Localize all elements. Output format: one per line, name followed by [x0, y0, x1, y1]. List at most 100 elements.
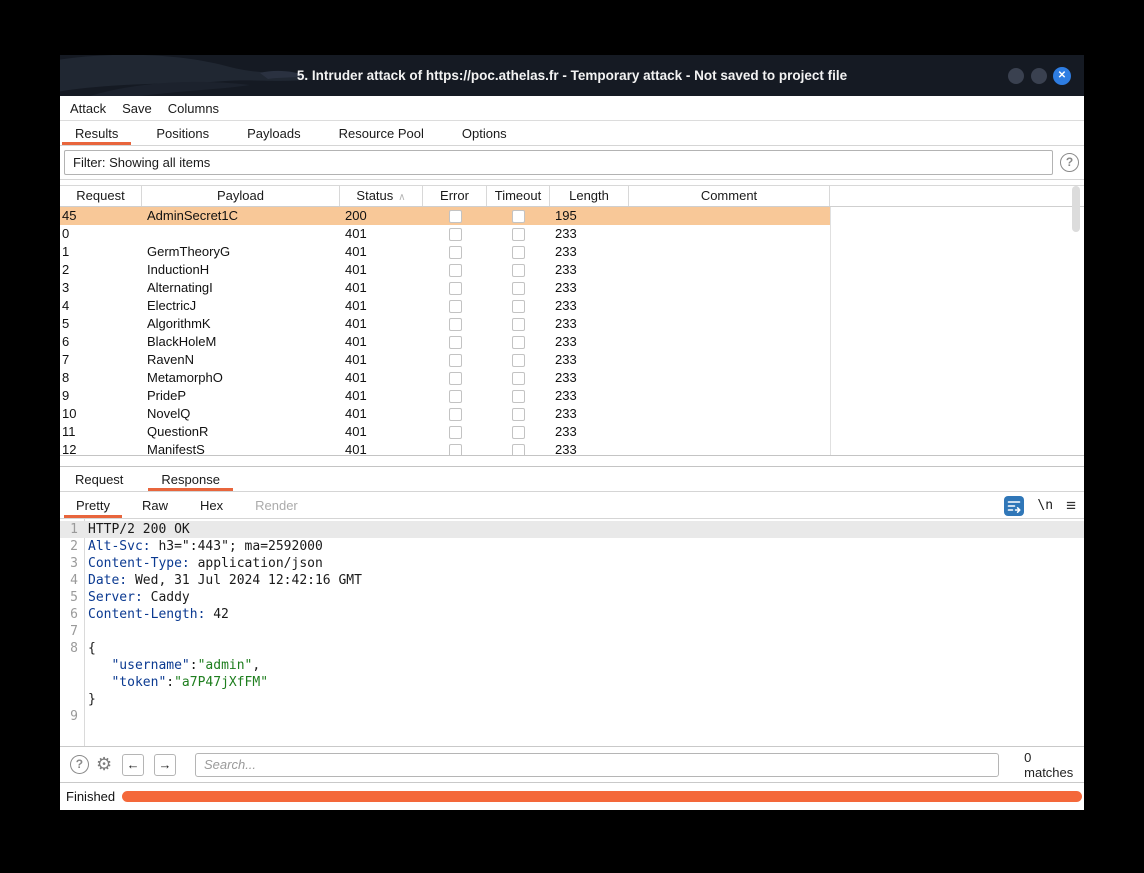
- column-header-request[interactable]: Request: [60, 186, 142, 206]
- timeout-checkbox[interactable]: [512, 372, 525, 385]
- error-checkbox[interactable]: [449, 228, 462, 241]
- timeout-checkbox[interactable]: [512, 264, 525, 277]
- column-header-status[interactable]: Status∧: [340, 186, 423, 206]
- line-content: "username":"admin",: [84, 657, 1084, 674]
- timeout-checkbox[interactable]: [512, 246, 525, 259]
- syntax-segment: Content-Type:: [88, 556, 190, 571]
- filter-bar[interactable]: Filter: Showing all items: [64, 150, 1053, 175]
- timeout-checkbox[interactable]: [512, 228, 525, 241]
- minimize-button[interactable]: [1008, 68, 1024, 84]
- cell-status: 401: [340, 261, 423, 279]
- timeout-checkbox[interactable]: [512, 336, 525, 349]
- editor-menu-icon[interactable]: ≡: [1066, 496, 1076, 516]
- timeout-checkbox[interactable]: [512, 354, 525, 367]
- table-row[interactable]: 6BlackHoleM401233: [60, 333, 1084, 351]
- panel-splitter[interactable]: [60, 455, 1084, 467]
- menu-item-attack[interactable]: Attack: [70, 101, 106, 116]
- table-scrollbar-thumb[interactable]: [1072, 186, 1080, 232]
- error-checkbox[interactable]: [449, 210, 462, 223]
- table-row[interactable]: 12ManifestS401233: [60, 441, 1084, 455]
- error-checkbox[interactable]: [449, 390, 462, 403]
- timeout-checkbox[interactable]: [512, 210, 525, 223]
- error-checkbox[interactable]: [449, 318, 462, 331]
- tab-results[interactable]: Results: [62, 121, 131, 145]
- menu-item-columns[interactable]: Columns: [168, 101, 219, 116]
- search-input[interactable]: [195, 753, 999, 777]
- timeout-checkbox[interactable]: [512, 300, 525, 313]
- cell-request: 9: [60, 387, 142, 405]
- response-editor[interactable]: 1HTTP/2 200 OK2Alt-Svc: h3=":443"; ma=25…: [60, 519, 1084, 746]
- tab-hex[interactable]: Hex: [188, 492, 235, 518]
- tab-positions[interactable]: Positions: [143, 121, 222, 145]
- timeout-checkbox[interactable]: [512, 408, 525, 421]
- tab-raw[interactable]: Raw: [130, 492, 180, 518]
- cell-comment: [629, 207, 830, 225]
- timeout-checkbox[interactable]: [512, 444, 525, 456]
- message-tab-bar: Request Response: [60, 467, 1084, 492]
- filter-help-icon[interactable]: ?: [1060, 153, 1079, 172]
- maximize-button[interactable]: [1031, 68, 1047, 84]
- error-checkbox[interactable]: [449, 408, 462, 421]
- column-header-error[interactable]: Error: [423, 186, 487, 206]
- tab-resource-pool[interactable]: Resource Pool: [326, 121, 437, 145]
- cell-error: [423, 423, 487, 441]
- timeout-checkbox[interactable]: [512, 282, 525, 295]
- table-row[interactable]: 8MetamorphO401233: [60, 369, 1084, 387]
- table-row[interactable]: 7RavenN401233: [60, 351, 1084, 369]
- error-checkbox[interactable]: [449, 264, 462, 277]
- column-header-length[interactable]: Length: [550, 186, 629, 206]
- table-row[interactable]: 4ElectricJ401233: [60, 297, 1084, 315]
- error-checkbox[interactable]: [449, 282, 462, 295]
- cell-error: [423, 351, 487, 369]
- tab-payloads[interactable]: Payloads: [234, 121, 313, 145]
- previous-match-button[interactable]: ←: [122, 754, 144, 776]
- table-row[interactable]: 2InductionH401233: [60, 261, 1084, 279]
- cell-comment: [629, 441, 830, 455]
- cell-timeout: [487, 351, 550, 369]
- error-checkbox[interactable]: [449, 354, 462, 367]
- menu-item-save[interactable]: Save: [122, 101, 152, 116]
- cell-request: 12: [60, 441, 142, 455]
- cell-status: 401: [340, 279, 423, 297]
- column-header-comment[interactable]: Comment: [629, 186, 830, 206]
- cell-filler: [830, 369, 1084, 387]
- table-row[interactable]: 45AdminSecret1C200195: [60, 207, 1084, 225]
- table-row[interactable]: 0401233: [60, 225, 1084, 243]
- show-newlines-icon[interactable]: \n: [1037, 498, 1053, 513]
- column-header-payload[interactable]: Payload: [142, 186, 340, 206]
- error-checkbox[interactable]: [449, 426, 462, 439]
- cell-status: 401: [340, 387, 423, 405]
- table-row[interactable]: 10NovelQ401233: [60, 405, 1084, 423]
- error-checkbox[interactable]: [449, 372, 462, 385]
- table-row[interactable]: 11QuestionR401233: [60, 423, 1084, 441]
- error-checkbox[interactable]: [449, 246, 462, 259]
- cell-request: 5: [60, 315, 142, 333]
- cell-length: 233: [550, 279, 629, 297]
- tab-response[interactable]: Response: [148, 467, 233, 491]
- search-settings-icon[interactable]: ⚙: [96, 755, 112, 774]
- error-checkbox[interactable]: [449, 444, 462, 456]
- tab-pretty[interactable]: Pretty: [64, 492, 122, 518]
- timeout-checkbox[interactable]: [512, 318, 525, 331]
- timeout-checkbox[interactable]: [512, 426, 525, 439]
- tab-render[interactable]: Render: [243, 492, 310, 518]
- menu-bar: Attack Save Columns: [60, 96, 1084, 121]
- cell-payload: NovelQ: [142, 405, 340, 423]
- table-row[interactable]: 3AlternatingI401233: [60, 279, 1084, 297]
- cell-status: 401: [340, 405, 423, 423]
- tab-options[interactable]: Options: [449, 121, 520, 145]
- timeout-checkbox[interactable]: [512, 390, 525, 403]
- table-row[interactable]: 9PrideP401233: [60, 387, 1084, 405]
- next-match-button[interactable]: →: [154, 754, 176, 776]
- table-row[interactable]: 1GermTheoryG401233: [60, 243, 1084, 261]
- tab-request[interactable]: Request: [62, 467, 136, 491]
- cell-timeout: [487, 279, 550, 297]
- table-row[interactable]: 5AlgorithmK401233: [60, 315, 1084, 333]
- close-button[interactable]: ✕: [1053, 67, 1071, 85]
- search-help-icon[interactable]: ?: [70, 755, 89, 774]
- cell-length: 233: [550, 405, 629, 423]
- error-checkbox[interactable]: [449, 300, 462, 313]
- column-header-timeout[interactable]: Timeout: [487, 186, 550, 206]
- pretty-print-icon[interactable]: [1004, 496, 1024, 516]
- error-checkbox[interactable]: [449, 336, 462, 349]
